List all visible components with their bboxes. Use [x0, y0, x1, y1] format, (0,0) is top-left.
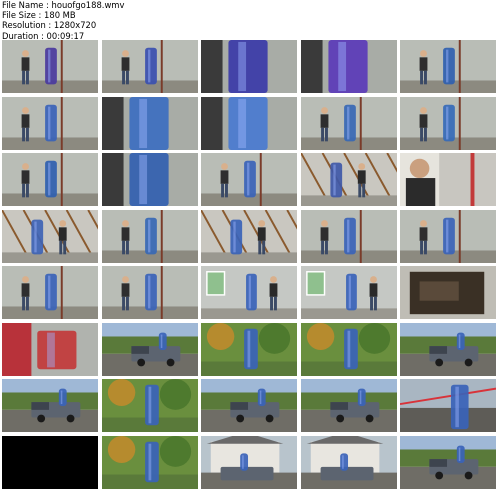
video-thumbnail[interactable] — [399, 265, 498, 320]
video-thumbnail[interactable] — [299, 378, 398, 433]
thumbnail-frame-image — [201, 435, 298, 489]
video-thumbnail[interactable] — [200, 265, 299, 320]
resolution-row: Resolution : 1280x720 — [2, 20, 97, 31]
video-thumbnail[interactable] — [299, 265, 398, 320]
thumbnail-frame-image — [101, 322, 198, 376]
file-name-row: File Name : houofgo188.wmv — [2, 0, 125, 10]
thumbnail-frame-image — [2, 266, 98, 319]
thumbnail-frame-image — [400, 322, 497, 376]
thumbnail-frame-image — [2, 153, 98, 206]
thumbnail-frame-image — [101, 96, 198, 150]
video-thumbnail[interactable] — [1, 378, 99, 433]
thumbnail-frame-image — [201, 379, 298, 432]
thumbnail-frame-image — [300, 379, 397, 432]
resolution-value: 1280x720 — [53, 20, 97, 31]
thumbnail-frame-image — [201, 209, 298, 263]
thumbnail-frame-image — [101, 153, 198, 206]
video-thumbnail[interactable] — [1, 434, 99, 490]
thumbnail-frame-image — [300, 266, 397, 319]
thumbnail-frame-image — [400, 379, 497, 432]
file-name-label: File Name — [2, 0, 44, 10]
file-name-value: houofgo188.wmv — [51, 0, 125, 10]
video-thumbnail[interactable] — [200, 39, 299, 94]
video-thumbnail[interactable] — [299, 434, 398, 490]
video-thumbnail[interactable] — [1, 321, 99, 377]
thumbnail-frame-image — [101, 40, 198, 93]
thumbnail-frame-image — [300, 40, 397, 93]
video-thumbnail[interactable] — [100, 152, 199, 207]
video-thumbnail[interactable] — [399, 39, 498, 94]
video-thumbnail[interactable] — [100, 321, 199, 377]
video-thumbnail[interactable] — [200, 152, 299, 207]
video-thumbnail[interactable] — [200, 434, 299, 490]
video-thumbnail[interactable] — [100, 95, 199, 151]
video-thumbnail[interactable] — [299, 152, 398, 207]
thumbnail-frame-image — [101, 435, 198, 489]
thumbnail-frame-image — [400, 435, 497, 489]
thumbnail-frame-image — [400, 40, 497, 93]
video-thumbnail[interactable] — [1, 265, 99, 320]
video-thumbnail[interactable] — [399, 152, 498, 207]
thumbnail-frame-image — [300, 322, 397, 376]
video-thumbnail[interactable] — [399, 208, 498, 264]
video-thumbnail[interactable] — [299, 321, 398, 377]
video-thumbnail[interactable] — [299, 95, 398, 151]
thumbnail-frame-image — [300, 209, 397, 263]
video-thumbnail[interactable] — [200, 208, 299, 264]
thumbnail-frame-image — [101, 209, 198, 263]
thumbnail-frame-image — [101, 266, 198, 319]
thumbnail-frame-image — [2, 379, 98, 432]
video-thumbnail[interactable] — [200, 321, 299, 377]
thumbnail-frame-image — [201, 266, 298, 319]
video-thumbnail[interactable] — [299, 39, 398, 94]
video-thumbnail[interactable] — [100, 39, 199, 94]
file-info-panel: File Name : houofgo188.wmv File Size : 1… — [2, 0, 302, 41]
video-thumbnail[interactable] — [100, 208, 199, 264]
thumbnail-frame-image — [2, 209, 98, 263]
file-size-label: File Size — [2, 10, 36, 21]
thumbnail-frame-image — [400, 96, 497, 150]
thumbnail-frame-image — [201, 322, 298, 376]
resolution-label: Resolution — [2, 20, 46, 31]
thumbnail-frame-image — [400, 153, 497, 206]
thumbnail-frame-image — [2, 435, 98, 489]
thumbnail-frame-image — [2, 322, 98, 376]
thumbnail-frame-image — [201, 153, 298, 206]
file-size-row: File Size : 180 MB — [2, 10, 76, 21]
thumbnail-frame-image — [2, 40, 98, 93]
thumbnail-frame-image — [300, 96, 397, 150]
video-thumbnail[interactable] — [1, 208, 99, 264]
file-size-value: 180 MB — [44, 10, 76, 21]
video-thumbnail[interactable] — [100, 378, 199, 433]
video-thumbnail[interactable] — [1, 95, 99, 151]
thumbnail-frame-image — [300, 435, 397, 489]
video-thumbnail[interactable] — [100, 434, 199, 490]
thumbnail-frame-image — [101, 379, 198, 432]
video-thumbnail[interactable] — [399, 95, 498, 151]
thumbnail-frame-image — [400, 266, 497, 319]
video-thumbnail[interactable] — [399, 321, 498, 377]
thumbnail-grid — [1, 39, 499, 491]
video-thumbnail[interactable] — [1, 152, 99, 207]
video-thumbnail[interactable] — [100, 265, 199, 320]
video-thumbnail[interactable] — [399, 434, 498, 490]
thumbnail-frame-image — [400, 209, 497, 263]
video-thumbnail[interactable] — [200, 378, 299, 433]
thumbnail-frame-image — [201, 40, 298, 93]
thumbnail-frame-image — [201, 96, 298, 150]
video-thumbnail[interactable] — [299, 208, 398, 264]
thumbnail-frame-image — [2, 96, 98, 150]
video-thumbnail[interactable] — [399, 378, 498, 433]
video-thumbnail[interactable] — [200, 95, 299, 151]
thumbnail-frame-image — [300, 153, 397, 206]
video-thumbnail[interactable] — [1, 39, 99, 94]
